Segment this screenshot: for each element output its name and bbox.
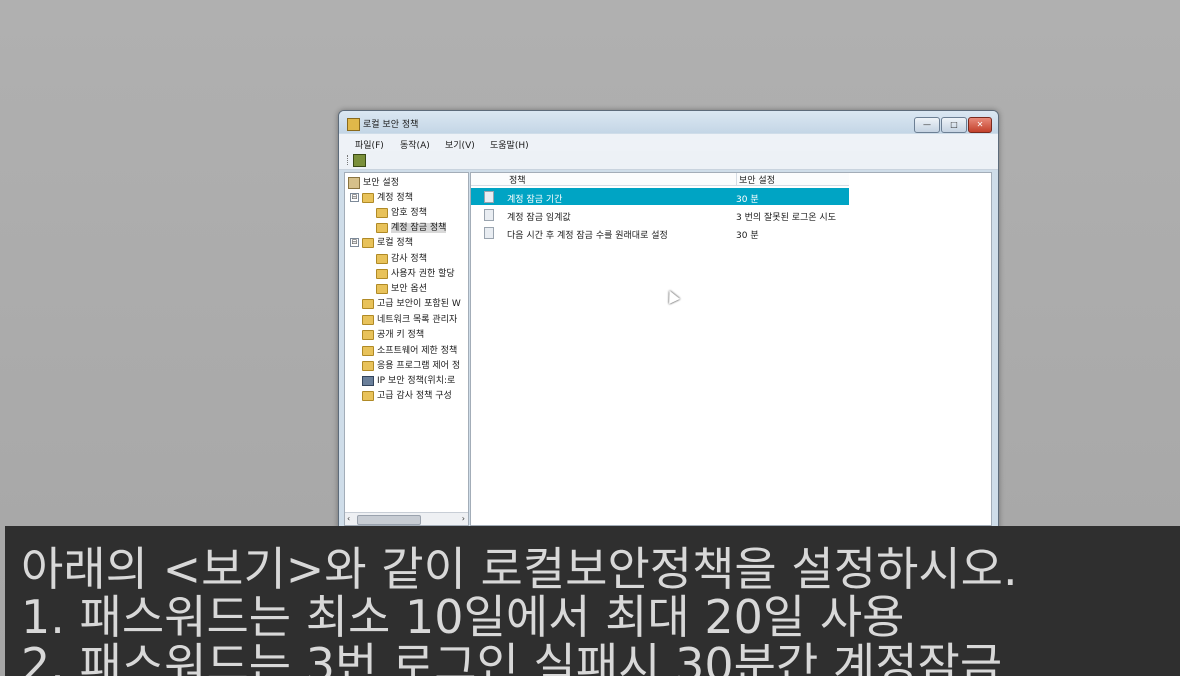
tree-item-ip-security[interactable]: IP 보안 정책(위치:로	[362, 373, 455, 387]
menu-view[interactable]: 보기(V)	[445, 138, 475, 151]
folder-icon	[362, 314, 374, 325]
folder-icon	[376, 283, 388, 294]
policy-icon	[484, 191, 494, 203]
policy-name: 다음 시간 후 계정 잠금 수를 원래대로 설정	[507, 231, 668, 241]
policy-name: 계정 잠금 임계값	[507, 213, 571, 223]
folder-icon	[362, 390, 374, 401]
folder-icon	[376, 207, 388, 218]
tree-item-network-list[interactable]: 네트워크 목록 관리자	[362, 312, 457, 326]
security-policy-app-icon	[347, 118, 360, 131]
policy-icon	[484, 227, 494, 239]
local-security-policy-window: 로컬 보안 정책 — □ ✕ 파일(F) 동작(A) 보기(V) 도움말(H) …	[338, 110, 999, 548]
folder-icon	[362, 192, 374, 203]
tree-item-account-policy[interactable]: ⊟ 계정 정책	[350, 190, 413, 204]
policy-setting: 30 분	[736, 231, 759, 241]
policy-setting: 30 분	[736, 195, 759, 205]
tree-item-software-restriction[interactable]: 소프트웨어 제한 정책	[362, 343, 457, 357]
tree-item-account-lockout-policy[interactable]: 계정 잠금 정책	[376, 220, 447, 234]
policy-name: 계정 잠금 기간	[507, 195, 563, 205]
menu-help[interactable]: 도움말(H)	[490, 138, 529, 151]
minimize-button[interactable]: —	[914, 117, 940, 133]
folder-icon	[362, 360, 374, 371]
window-controls: — □ ✕	[913, 117, 992, 133]
menu-action[interactable]: 동작(A)	[400, 138, 430, 151]
policy-row[interactable]: 다음 시간 후 계정 잠금 수를 원래대로 설정 30 분	[471, 224, 849, 241]
folder-icon	[362, 345, 374, 356]
scroll-left-icon[interactable]: ‹	[347, 513, 350, 525]
toolbar	[339, 151, 998, 170]
tree-item-app-control[interactable]: 응용 프로그램 제어 정	[362, 358, 460, 372]
column-header-setting[interactable]: 보안 설정	[736, 173, 849, 186]
subtitle-caption: 아래의 <보기>와 같이 로컬보안정책을 설정하시오. 1. 패스워드는 최소 …	[5, 526, 1180, 676]
window-title: 로컬 보안 정책	[363, 120, 419, 130]
tree-item-security-options[interactable]: 보안 옵션	[376, 281, 427, 295]
menu-bar: 파일(F) 동작(A) 보기(V) 도움말(H)	[339, 134, 998, 151]
folder-icon	[376, 268, 388, 279]
policy-icon	[484, 209, 494, 221]
tree-pane: 보안 설정 ⊟ 계정 정책 암호 정책 계정 잠금 정책 ⊟ 로컬 정책 감사 정책…	[344, 172, 469, 526]
folder-icon	[362, 329, 374, 340]
folder-icon	[362, 298, 374, 309]
collapse-icon[interactable]: ⊟	[350, 193, 359, 202]
caption-line-2: 1. 패스워드는 최소 10일에서 최대 20일 사용	[21, 590, 905, 644]
security-settings-icon	[348, 176, 360, 189]
maximize-button[interactable]: □	[941, 117, 967, 133]
close-button[interactable]: ✕	[968, 117, 992, 133]
tree-item-password-policy[interactable]: 암호 정책	[376, 205, 427, 219]
menu-file[interactable]: 파일(F)	[355, 138, 384, 151]
tree-horizontal-scrollbar[interactable]: ‹ ›	[345, 512, 468, 525]
tree-item-advanced-audit[interactable]: 고급 감사 정책 구성	[362, 388, 452, 402]
tree-item-user-rights[interactable]: 사용자 권한 할당	[376, 266, 455, 280]
policy-setting: 3 번의 잘못된 로그온 시도	[736, 213, 836, 223]
policy-row[interactable]: 계정 잠금 기간 30 분	[471, 188, 849, 205]
tree-root[interactable]: 보안 설정	[348, 175, 399, 189]
policy-list-pane: 정책 보안 설정 계정 잠금 기간 30 분 계정 잠금 임계값 3 번의 잘못…	[470, 172, 992, 526]
scroll-right-icon[interactable]: ›	[462, 513, 465, 525]
collapse-icon[interactable]: ⊟	[350, 238, 359, 247]
computer-icon	[362, 375, 374, 386]
folder-icon	[376, 222, 388, 233]
title-bar[interactable]: 로컬 보안 정책 — □ ✕	[339, 111, 998, 133]
tree-item-public-key[interactable]: 공개 키 정책	[362, 327, 424, 341]
folder-icon	[376, 253, 388, 264]
properties-icon[interactable]	[353, 154, 366, 167]
tree-item-advanced-firewall[interactable]: 고급 보안이 포함된 W	[362, 296, 461, 310]
tree-item-local-policy[interactable]: ⊟ 로컬 정책	[350, 235, 413, 249]
caption-line-1: 아래의 <보기>와 같이 로컬보안정책을 설정하시오.	[21, 542, 1018, 596]
folder-icon	[362, 237, 374, 248]
tree-item-audit-policy[interactable]: 감사 정책	[376, 251, 427, 265]
scroll-thumb[interactable]	[357, 515, 421, 525]
toolbar-grip	[347, 155, 350, 165]
caption-line-3: 2. 패스워드는 3번 로그인 실패시 30분간 계정잠금	[21, 638, 1003, 676]
policy-row[interactable]: 계정 잠금 임계값 3 번의 잘못된 로그온 시도	[471, 206, 849, 223]
column-header-policy[interactable]: 정책	[471, 173, 736, 186]
